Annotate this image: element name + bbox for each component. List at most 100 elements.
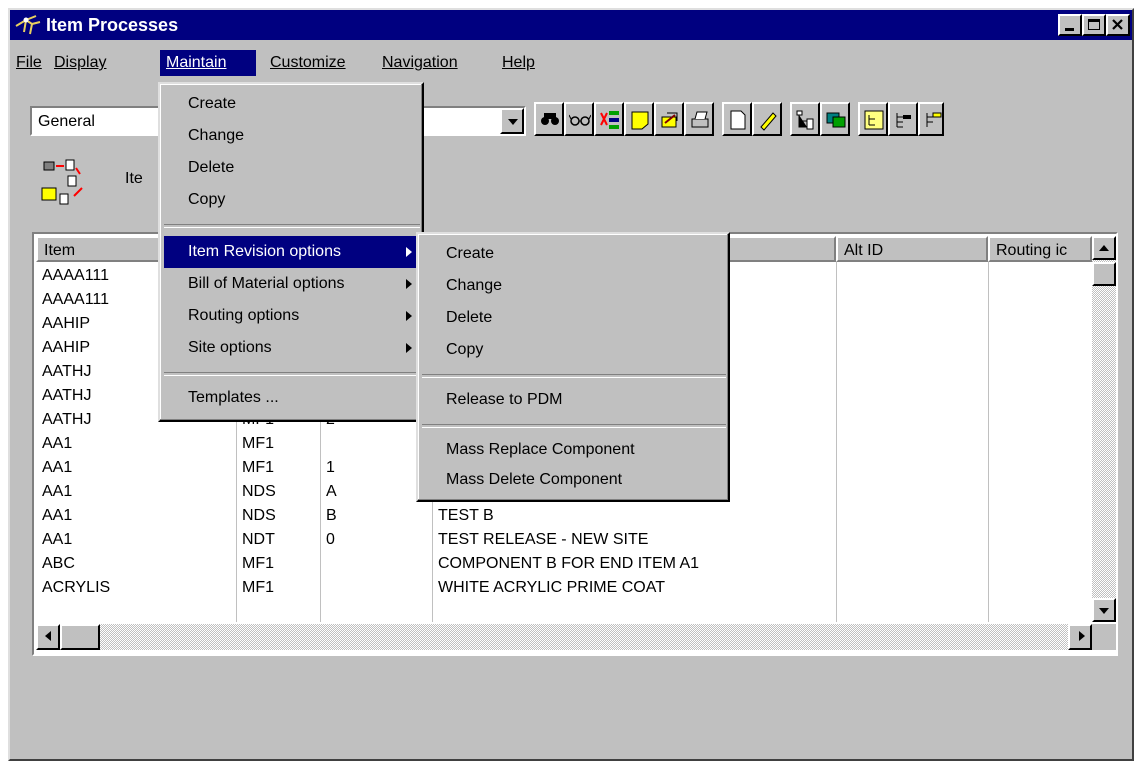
- submenu-item-create[interactable]: Create: [422, 238, 726, 270]
- tree-expand-button[interactable]: [888, 102, 918, 136]
- menu-item-label: Routing options: [188, 307, 300, 324]
- scroll-down-button[interactable]: [1092, 598, 1116, 622]
- submenu-item-mass-replace-component[interactable]: Mass Replace Component: [422, 434, 726, 466]
- menu-item-label: Item Revision options: [188, 243, 341, 260]
- maximize-button[interactable]: [1082, 14, 1106, 36]
- horizontal-scrollbar[interactable]: [36, 624, 1092, 650]
- item-revision-submenu: Create Change Delete Copy Release to PDM…: [416, 232, 730, 502]
- maximize-icon: [1088, 19, 1100, 30]
- column-header-routing-id[interactable]: Routing ic: [988, 236, 1092, 262]
- horizontal-scroll-thumb[interactable]: [60, 624, 100, 650]
- new-button[interactable]: [722, 102, 752, 136]
- submenu-item-copy[interactable]: Copy: [422, 334, 726, 366]
- cell-item: AA1: [42, 435, 73, 452]
- note-icon: [631, 111, 649, 130]
- table-row[interactable]: ABC MF1 COMPONENT B FOR END ITEM A1: [36, 552, 1090, 576]
- menu-item-create[interactable]: Create: [164, 88, 420, 120]
- cell-description: TEST B: [438, 507, 494, 524]
- note-button[interactable]: [624, 102, 654, 136]
- cell-site: NDS: [242, 507, 276, 524]
- close-button[interactable]: [1106, 14, 1130, 36]
- menu-item-item-revision-options[interactable]: Item Revision options: [164, 236, 420, 268]
- submenu-item-release-to-pdm[interactable]: Release to PDM: [422, 384, 726, 416]
- menu-item-delete[interactable]: Delete: [164, 152, 420, 184]
- window-button[interactable]: [820, 102, 850, 136]
- cell-site: NDS: [242, 483, 276, 500]
- menu-maintain[interactable]: Maintain: [160, 50, 256, 76]
- tree-view-icon: [864, 110, 884, 130]
- menu-item-routing-options[interactable]: Routing options: [164, 300, 420, 332]
- cell-revision: B: [326, 507, 337, 524]
- submenu-item-delete[interactable]: Delete: [422, 302, 726, 334]
- cell-description: COMPONENT B FOR END ITEM A1: [438, 555, 700, 572]
- cell-site: MF1: [242, 579, 274, 596]
- submenu-arrow-icon: [406, 311, 412, 321]
- cell-revision: 1: [326, 459, 335, 476]
- tree-collapse-button[interactable]: [918, 102, 944, 136]
- cell-item: AAAA111: [42, 267, 110, 284]
- menu-item-templates[interactable]: Templates ...: [164, 382, 420, 414]
- window-title: Item Processes: [46, 15, 179, 35]
- menu-bar: File Display Maintain Customize Navigati…: [10, 50, 1132, 76]
- cell-site: NDT: [242, 531, 275, 548]
- submenu-arrow-icon: [406, 247, 412, 257]
- process-label: Ite: [125, 170, 143, 187]
- scroll-up-button[interactable]: [1092, 236, 1116, 260]
- cell-description: TEST RELEASE - NEW SITE: [438, 531, 649, 548]
- vertical-scrollbar[interactable]: [1092, 236, 1116, 622]
- cell-item: AAHIP: [42, 315, 91, 332]
- title-bar[interactable]: Item Processes: [10, 10, 1132, 40]
- column-header-alt-id[interactable]: Alt ID: [836, 236, 988, 262]
- edit-record-button[interactable]: [654, 102, 684, 136]
- submenu-item-mass-delete-component[interactable]: Mass Delete Component: [422, 464, 726, 496]
- edit-button[interactable]: [752, 102, 782, 136]
- scroll-right-button[interactable]: [1068, 624, 1092, 650]
- cell-revision: A: [326, 483, 337, 500]
- cell-item: AATHJ: [42, 411, 92, 428]
- close-icon: [1112, 19, 1123, 30]
- hierarchy-button[interactable]: [790, 102, 820, 136]
- view-combo-value: General: [38, 113, 95, 130]
- app-window: Item Processes File Display Maintain Cus…: [8, 8, 1134, 761]
- cell-site: MF1: [242, 435, 274, 452]
- scroll-left-button[interactable]: [36, 624, 60, 650]
- table-row[interactable]: AA1 NDT 0 TEST RELEASE - NEW SITE: [36, 528, 1090, 552]
- menu-customize[interactable]: Customize: [264, 50, 352, 76]
- cell-item: AAHIP: [42, 339, 91, 356]
- submenu-arrow-icon: [406, 279, 412, 289]
- window-icon: [826, 112, 846, 128]
- cell-item: AATHJ: [42, 387, 92, 404]
- menu-navigation[interactable]: Navigation: [376, 50, 464, 76]
- find-button[interactable]: [534, 102, 564, 136]
- tree-select-button[interactable]: [594, 102, 624, 136]
- find-binoculars-icon: [541, 113, 559, 125]
- menu-item-copy[interactable]: Copy: [164, 184, 420, 216]
- tree-expand-icon: [896, 113, 911, 128]
- scrollbar-corner: [1092, 624, 1116, 650]
- minimize-button[interactable]: [1058, 14, 1082, 36]
- menu-file[interactable]: File: [10, 50, 48, 76]
- cell-description: WHITE ACRYLIC PRIME COAT: [438, 579, 665, 596]
- menu-display[interactable]: Display: [48, 50, 112, 76]
- scroll-thumb[interactable]: [1092, 262, 1116, 286]
- view-button[interactable]: [564, 102, 594, 136]
- menu-separator: [164, 372, 420, 376]
- arrow-up-icon: [1099, 245, 1109, 251]
- cell-item: AA1: [42, 459, 73, 476]
- menu-item-change[interactable]: Change: [164, 120, 420, 152]
- tree-view-button[interactable]: [858, 102, 888, 136]
- item-process-icon: [41, 159, 83, 205]
- menu-help[interactable]: Help: [496, 50, 541, 76]
- app-logo-icon: [15, 15, 41, 35]
- submenu-arrow-icon: [406, 343, 412, 353]
- hierarchy-icon: [796, 110, 814, 130]
- submenu-item-change[interactable]: Change: [422, 270, 726, 302]
- cell-site: MF1: [242, 555, 274, 572]
- menu-item-bill-of-material-options[interactable]: Bill of Material options: [164, 268, 420, 300]
- menu-item-site-options[interactable]: Site options: [164, 332, 420, 364]
- print-button[interactable]: [684, 102, 714, 136]
- table-row[interactable]: ACRYLIS MF1 WHITE ACRYLIC PRIME COAT: [36, 576, 1090, 600]
- combo-dropdown-button[interactable]: [500, 108, 524, 134]
- arrow-right-icon: [1079, 631, 1085, 641]
- table-row[interactable]: AA1 NDS B TEST B: [36, 504, 1090, 528]
